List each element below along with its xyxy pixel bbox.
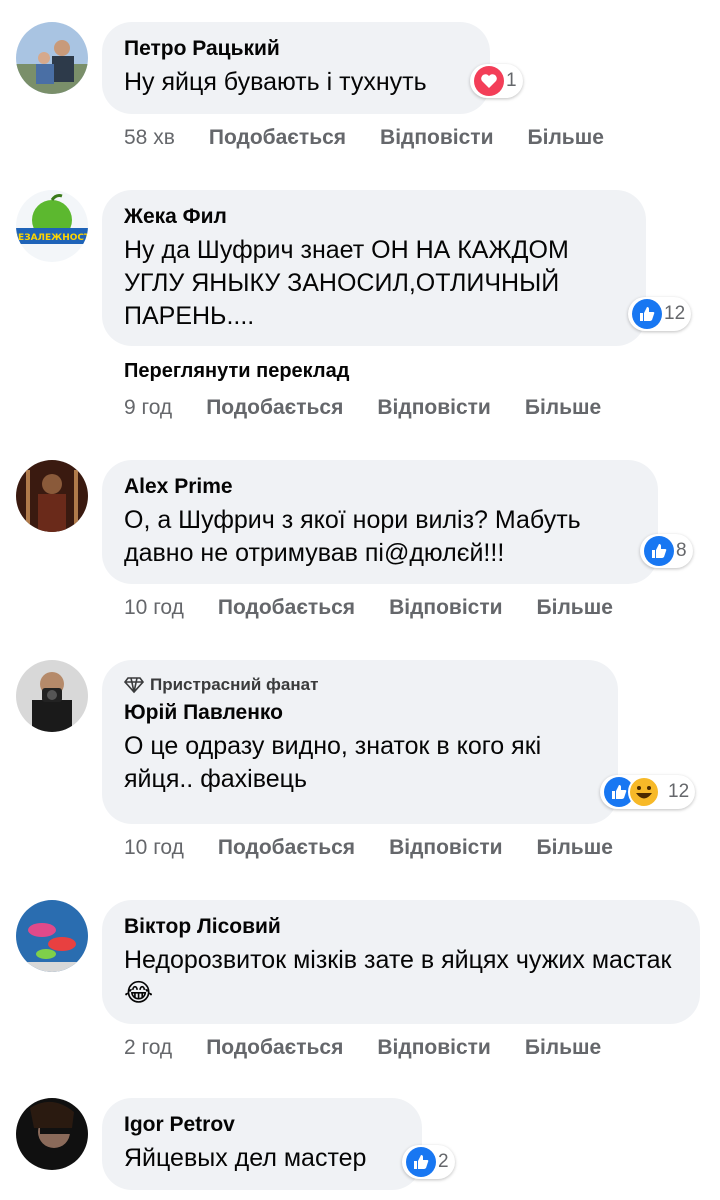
like-button[interactable]: Подобається [206, 395, 343, 421]
reaction-summary[interactable]: 12 [628, 297, 692, 331]
reply-button[interactable]: Відповісти [380, 125, 493, 151]
comment-author[interactable]: Alex Prime [124, 474, 636, 500]
comment-bubble: Igor Petrov Яйцевых дел мастер [102, 1098, 422, 1190]
reaction-summary[interactable]: 1 [470, 64, 523, 98]
comment-actions: 10 год Подобається Відповісти Більше [124, 835, 613, 861]
comment-actions: 2 год Подобається Відповісти Більше [124, 1035, 601, 1061]
reaction-summary[interactable]: 2 [402, 1145, 455, 1179]
reply-button[interactable]: Відповісти [377, 1035, 490, 1061]
comment-actions: 10 год Подобається Відповісти Більше [124, 595, 613, 621]
comment-bubble: Жека Фил Ну да Шуфрич знает ОН НА КАЖДОМ… [102, 190, 646, 346]
reaction-summary[interactable]: 8 [640, 534, 693, 568]
comment-text: Яйцевых дел мастер [124, 1144, 367, 1172]
comment-text-body: Недорозвиток мізків зате в яйцях чужих м… [124, 946, 672, 974]
see-translation-link[interactable]: Переглянути переклад [124, 360, 349, 383]
laughing-emoji: 😂 [124, 979, 154, 1007]
avatar[interactable] [16, 1098, 88, 1170]
avatar[interactable] [16, 900, 88, 972]
comment-bubble: Петро Рацький Ну яйця бувають і тухнуть [102, 22, 490, 114]
reaction-count: 8 [676, 540, 687, 561]
comment-time[interactable]: 58 хв [124, 125, 175, 151]
comment-actions: 9 год Подобається Відповісти Більше [124, 395, 601, 421]
like-icon [406, 1147, 436, 1177]
diamond-icon [124, 677, 144, 694]
comment-actions: 58 хв Подобається Відповісти Більше [124, 125, 604, 151]
heart-icon [474, 66, 504, 96]
comment-author[interactable]: Віктор Лісовий [124, 914, 678, 940]
reaction-count: 12 [664, 303, 686, 324]
more-button[interactable]: Більше [525, 395, 601, 421]
reaction-count: 2 [438, 1151, 449, 1172]
more-button[interactable]: Більше [528, 125, 604, 151]
comment-time[interactable]: 10 год [124, 595, 184, 621]
comment-text: Недорозвиток мізків зате в яйцях чужих м… [124, 944, 678, 1010]
like-icon [644, 536, 674, 566]
badge-label: Пристрасний фанат [150, 675, 319, 694]
reaction-count: 1 [506, 70, 517, 91]
like-button[interactable]: Подобається [218, 835, 355, 861]
reaction-count: 12 [668, 781, 690, 802]
avatar[interactable] [16, 660, 88, 732]
comment-author[interactable]: Юрій Павленко [124, 700, 596, 726]
comment-bubble: Пристрасний фанат Юрій Павленко О це одр… [102, 660, 618, 824]
comment-text: Ну яйця бувають і тухнуть [124, 68, 427, 96]
avatar-logo-text: НЕЗАЛЕЖНОСТІ [16, 233, 88, 243]
comment-text: Ну да Шуфрич знает ОН НА КАЖДОМ УГЛУ ЯНЫ… [124, 236, 569, 330]
reaction-summary[interactable]: 12 [600, 775, 696, 809]
like-icon [632, 299, 662, 329]
like-button[interactable]: Подобається [206, 1035, 343, 1061]
avatar[interactable]: НЕЗАЛЕЖНОСТІ [16, 190, 88, 262]
like-button[interactable]: Подобається [218, 595, 355, 621]
avatar[interactable] [16, 22, 88, 94]
reply-button[interactable]: Відповісти [389, 835, 502, 861]
comment-bubble: Віктор Лісовий Недорозвиток мізків зате … [102, 900, 700, 1024]
more-button[interactable]: Більше [537, 595, 613, 621]
comment-text: О це одразу видно, знаток в кого які яйц… [124, 732, 542, 793]
reply-button[interactable]: Відповісти [377, 395, 490, 421]
comment-author[interactable]: Жека Фил [124, 204, 624, 230]
comment-author[interactable]: Igor Petrov [124, 1112, 400, 1138]
more-button[interactable]: Більше [525, 1035, 601, 1061]
comment-text: О, а Шуфрич з якої нори виліз? Мабуть да… [124, 506, 581, 567]
comment-time[interactable]: 9 год [124, 395, 172, 421]
comment-time[interactable]: 2 год [124, 1035, 172, 1061]
haha-icon [628, 776, 660, 808]
comment-bubble: Alex Prime О, а Шуфрич з якої нори виліз… [102, 460, 658, 584]
reply-button[interactable]: Відповісти [389, 595, 502, 621]
comment-author[interactable]: Петро Рацький [124, 36, 468, 62]
like-button[interactable]: Подобається [209, 125, 346, 151]
comment-time[interactable]: 10 год [124, 835, 184, 861]
more-button[interactable]: Більше [537, 835, 613, 861]
avatar[interactable] [16, 460, 88, 532]
top-fan-badge: Пристрасний фанат [124, 674, 596, 696]
